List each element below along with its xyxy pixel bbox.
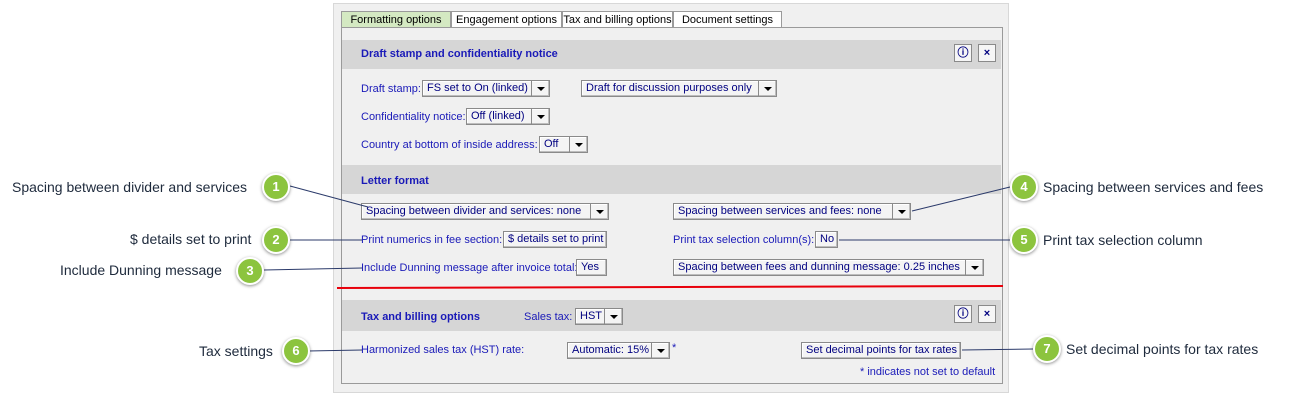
callout-badge-3: 3: [236, 257, 264, 285]
callout-line-3: [263, 267, 363, 271]
callout-line-1: [289, 185, 369, 208]
callout-text-4: Spacing between services and fees: [1043, 179, 1264, 195]
callout-line-4: [911, 186, 1011, 212]
callout-badge-1: 1: [262, 173, 290, 201]
callout-text-3: Include Dunning message: [60, 262, 222, 278]
callout-line-7: [961, 348, 1034, 351]
callout-text-1: Spacing between divider and services: [12, 179, 248, 195]
callout-text-7: Set decimal points for tax rates: [1066, 341, 1259, 357]
callout-text-6: Tax settings: [199, 343, 273, 359]
callout-badge-5: 5: [1010, 226, 1038, 254]
callout-badge-7: 7: [1033, 335, 1061, 363]
callout-badge-2: 2: [262, 226, 290, 254]
callout-badge-6: 6: [282, 337, 310, 365]
callout-text-2: $ details set to print: [130, 231, 252, 247]
callout-lines: [263, 185, 1034, 352]
red-divider: [336, 285, 1004, 289]
callout-badge-4: 4: [1010, 173, 1038, 201]
callout-line-6: [307, 349, 363, 352]
callout-text-5: Print tax selection column: [1043, 232, 1203, 248]
